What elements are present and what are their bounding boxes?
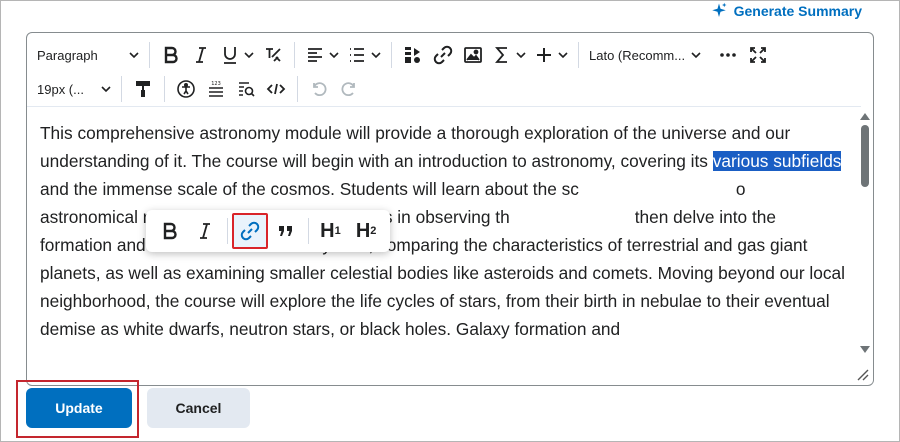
text-line-4-start: about the sc bbox=[484, 179, 579, 199]
quick-heading-1-button[interactable]: H1 bbox=[313, 213, 349, 249]
toolbar-divider bbox=[121, 76, 122, 102]
scroll-thumb[interactable] bbox=[861, 125, 869, 187]
find-replace-button[interactable] bbox=[231, 74, 261, 104]
bold-icon bbox=[163, 222, 177, 240]
redo-icon bbox=[341, 82, 355, 97]
quote-icon bbox=[278, 226, 292, 236]
word-count-button[interactable]: 123 bbox=[201, 74, 231, 104]
popup-divider bbox=[307, 218, 309, 244]
list-icon bbox=[350, 48, 364, 62]
editor-scrollbar[interactable] bbox=[860, 113, 870, 353]
undo-button[interactable] bbox=[304, 74, 334, 104]
format-painter-button[interactable] bbox=[128, 74, 158, 104]
insert-dropdown[interactable] bbox=[530, 40, 572, 70]
bold-button[interactable] bbox=[156, 40, 186, 70]
align-dropdown[interactable] bbox=[301, 40, 343, 70]
toolbar-divider bbox=[294, 42, 295, 68]
font-size-label: 19px (... bbox=[37, 81, 84, 97]
chevron-down-icon bbox=[516, 52, 526, 59]
chevron-down-icon bbox=[558, 52, 568, 59]
quick-bold-button[interactable] bbox=[152, 213, 188, 249]
toolbar-row-1: Paragraph Lato (Recomm... bbox=[33, 37, 867, 73]
insert-image-button[interactable] bbox=[458, 40, 488, 70]
sparkle-icon bbox=[711, 2, 727, 17]
rich-text-editor[interactable]: Paragraph Lato (Recomm... 19px (... 123 … bbox=[26, 32, 874, 386]
selected-text[interactable]: various subfields bbox=[712, 151, 842, 171]
insert-link-button[interactable] bbox=[428, 40, 458, 70]
update-button[interactable]: Update bbox=[26, 388, 132, 428]
toolbar-divider bbox=[391, 42, 392, 68]
chevron-down-icon bbox=[244, 52, 254, 59]
quick-heading-2-button[interactable]: H2 bbox=[348, 213, 384, 249]
link-icon bbox=[240, 221, 260, 241]
italic-icon bbox=[196, 47, 206, 63]
chevron-down-icon bbox=[101, 86, 111, 93]
italic-button[interactable] bbox=[186, 40, 216, 70]
paragraph-format-dropdown[interactable]: Paragraph bbox=[33, 40, 143, 70]
generate-summary-label: Generate Summary bbox=[733, 3, 862, 19]
insert-stuff-icon bbox=[405, 47, 420, 63]
scroll-up-arrow[interactable] bbox=[860, 113, 870, 120]
quick-link-button[interactable] bbox=[232, 213, 268, 249]
accessibility-icon bbox=[177, 80, 195, 98]
equation-icon bbox=[495, 47, 507, 63]
svg-text:123: 123 bbox=[211, 81, 221, 87]
scroll-down-arrow[interactable] bbox=[860, 346, 870, 353]
chevron-down-icon bbox=[691, 52, 701, 59]
accessibility-checker-button[interactable] bbox=[171, 74, 201, 104]
popup-divider bbox=[227, 218, 229, 244]
bold-icon bbox=[164, 46, 178, 64]
strikethrough-icon bbox=[266, 48, 281, 62]
heading-1-label: H bbox=[320, 219, 335, 242]
toolbar-bottom-border bbox=[27, 106, 861, 107]
strikethrough-dropdown[interactable] bbox=[258, 40, 288, 70]
align-icon bbox=[308, 48, 322, 62]
chevron-down-icon bbox=[129, 52, 139, 59]
font-family-dropdown[interactable]: Lato (Recomm... bbox=[585, 40, 705, 70]
toolbar-divider bbox=[164, 76, 165, 102]
cancel-button[interactable]: Cancel bbox=[147, 388, 250, 428]
source-code-button[interactable] bbox=[261, 74, 291, 104]
quick-italic-button[interactable] bbox=[188, 213, 224, 249]
underline-dropdown[interactable] bbox=[216, 40, 258, 70]
redo-button[interactable] bbox=[334, 74, 364, 104]
paragraph-format-label: Paragraph bbox=[37, 47, 98, 63]
toolbar-divider bbox=[578, 42, 579, 68]
quick-format-toolbar: H1 H2 bbox=[146, 210, 390, 252]
chevron-down-icon bbox=[371, 52, 381, 59]
toolbar-divider bbox=[149, 42, 150, 68]
link-icon bbox=[433, 45, 453, 65]
more-icon bbox=[720, 53, 736, 57]
fullscreen-button[interactable] bbox=[743, 40, 773, 70]
image-icon bbox=[464, 47, 482, 63]
word-count-icon: 123 bbox=[209, 81, 223, 97]
source-code-icon bbox=[266, 83, 286, 95]
italic-icon bbox=[200, 223, 211, 239]
find-replace-icon bbox=[239, 82, 255, 97]
toolbar-row-2: 19px (... 123 bbox=[33, 71, 364, 107]
text-line-5-start: observing th bbox=[415, 207, 510, 227]
heading-2-sub: 2 bbox=[370, 225, 377, 237]
resize-handle-icon[interactable] bbox=[855, 367, 869, 381]
more-actions-button[interactable] bbox=[713, 40, 743, 70]
quick-blockquote-button[interactable] bbox=[268, 213, 304, 249]
fullscreen-icon bbox=[750, 47, 766, 63]
text-after-selection: and the immense scale of the cosmos. Stu… bbox=[40, 179, 480, 199]
insert-icon bbox=[537, 48, 551, 62]
format-painter-icon bbox=[136, 81, 150, 97]
font-size-dropdown[interactable]: 19px (... bbox=[33, 74, 115, 104]
list-dropdown[interactable] bbox=[343, 40, 385, 70]
insert-stuff-button[interactable] bbox=[398, 40, 428, 70]
equation-dropdown[interactable] bbox=[488, 40, 530, 70]
chevron-down-icon bbox=[329, 52, 339, 59]
heading-1-sub: 1 bbox=[334, 225, 341, 237]
toolbar-divider bbox=[297, 76, 298, 102]
underline-icon bbox=[224, 47, 236, 64]
undo-icon bbox=[313, 82, 327, 97]
text-before-selection: This comprehensive astronomy module will… bbox=[40, 123, 791, 171]
font-family-label: Lato (Recomm... bbox=[589, 47, 686, 63]
heading-2-label: H bbox=[355, 219, 371, 242]
generate-summary-link[interactable]: Generate Summary bbox=[710, 2, 862, 20]
